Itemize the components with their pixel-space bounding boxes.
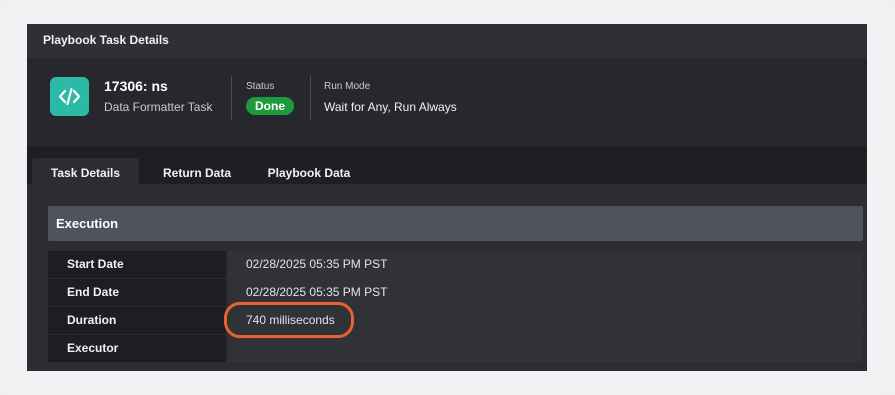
code-icon [50, 77, 89, 116]
run-mode-value: Wait for Any, Run Always [324, 100, 457, 114]
duration-highlight-annotation [224, 302, 354, 338]
start-date-value: 02/28/2025 05:35 PM PST [228, 251, 863, 278]
table-row: Executor [48, 335, 863, 362]
executor-label: Executor [48, 335, 226, 362]
title-bar: Playbook Task Details [27, 24, 867, 58]
tab-task-details[interactable]: Task Details [32, 158, 139, 184]
section-title: Execution [56, 216, 119, 231]
header-divider [231, 76, 232, 120]
start-date-label: Start Date [48, 251, 226, 278]
executor-value [228, 335, 863, 362]
header-divider [310, 76, 311, 120]
run-mode-label: Run Mode [324, 81, 371, 92]
table-row: End Date 02/28/2025 05:35 PM PST [48, 279, 863, 306]
end-date-label: End Date [48, 279, 226, 306]
status-label: Status [246, 81, 275, 92]
task-details-window: Playbook Task Details 17306: ns Data For… [27, 24, 867, 371]
window-title: Playbook Task Details [43, 33, 169, 47]
execution-section-header[interactable]: Execution [48, 206, 863, 241]
table-row: Start Date 02/28/2025 05:35 PM PST [48, 251, 863, 278]
task-type: Data Formatter Task [104, 100, 213, 114]
tab-bar: Task Details Return Data Playbook Data [27, 146, 867, 184]
task-id: 17306: ns [104, 78, 168, 94]
task-details-panel: Execution Start Date 02/28/2025 05:35 PM… [27, 184, 867, 371]
status-badge: Done [246, 97, 294, 115]
duration-label: Duration [48, 307, 226, 334]
table-row: Duration 740 milliseconds [48, 307, 863, 334]
tab-playbook-data[interactable]: Playbook Data [255, 158, 363, 184]
screenshot-frame: Playbook Task Details 17306: ns Data For… [0, 0, 895, 395]
tab-return-data[interactable]: Return Data [149, 158, 245, 184]
